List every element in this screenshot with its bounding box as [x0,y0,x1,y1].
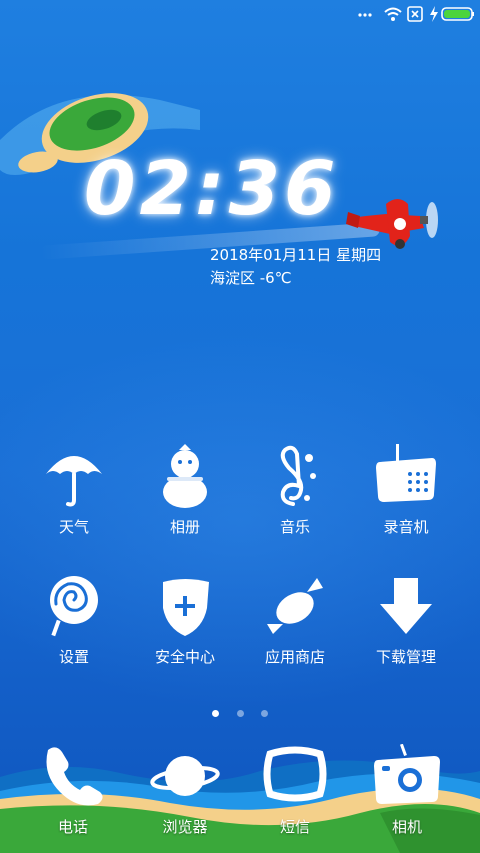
app-weather[interactable]: 天气 [19,444,129,537]
lockscreen-clock: 02:36 [84,146,340,232]
app-label: 安全中心 [154,648,215,666]
page-indicator[interactable] [0,702,480,721]
page-dot[interactable] [260,710,268,717]
umbrella-icon [46,456,102,507]
dock-messages[interactable]: 短信 [235,744,355,837]
dock-label: 短信 [279,818,310,836]
app-label: 设置 [58,648,89,666]
snowman-icon [163,444,207,508]
dock-browser[interactable]: 浏览器 [125,744,245,837]
app-label: 应用商店 [264,648,325,666]
home-screen: 02:36 2018年01月11日 星期四 海淀区 -6℃ 天气 相册 音乐 录… [0,0,480,853]
app-label: 音乐 [279,518,310,536]
planet-icon [150,756,220,796]
battery-icon [441,7,474,21]
dock-label: 相机 [391,818,422,836]
dock-camera[interactable]: 相机 [347,744,467,837]
camera-icon [374,744,440,804]
airplane-icon [346,199,438,249]
app-gallery[interactable]: 相册 [130,444,240,537]
app-music[interactable]: 音乐 [240,444,350,537]
app-recorder[interactable]: 录音机 [351,444,461,537]
signal-dots-icon [358,13,372,17]
app-label: 录音机 [383,518,429,536]
music-note-icon [280,445,316,506]
wifi-icon [384,7,402,21]
phone-icon [46,747,103,806]
app-settings[interactable]: 设置 [19,574,129,667]
dock-phone[interactable]: 电话 [13,744,133,837]
candy-icon [267,578,323,634]
page-dot[interactable] [212,710,220,717]
recorder-icon [376,444,436,502]
dock-label: 电话 [57,818,88,836]
dock-label: 浏览器 [162,818,208,836]
app-label: 下载管理 [375,648,436,666]
charging-icon [430,6,438,22]
app-security[interactable]: 安全中心 [130,574,240,667]
message-frame-icon [263,746,327,802]
sim-x-icon [407,6,423,22]
spiral-lollipop-icon [50,576,98,637]
app-label: 天气 [58,518,89,536]
page-dot[interactable] [236,710,244,717]
status-bar [0,0,480,28]
shield-plus-icon [163,579,209,636]
download-arrow-icon [380,578,432,634]
weather-text: 海淀区 -6℃ [210,269,292,287]
app-downloads[interactable]: 下载管理 [351,574,461,667]
app-label: 相册 [169,518,200,536]
app-store[interactable]: 应用商店 [240,574,350,667]
